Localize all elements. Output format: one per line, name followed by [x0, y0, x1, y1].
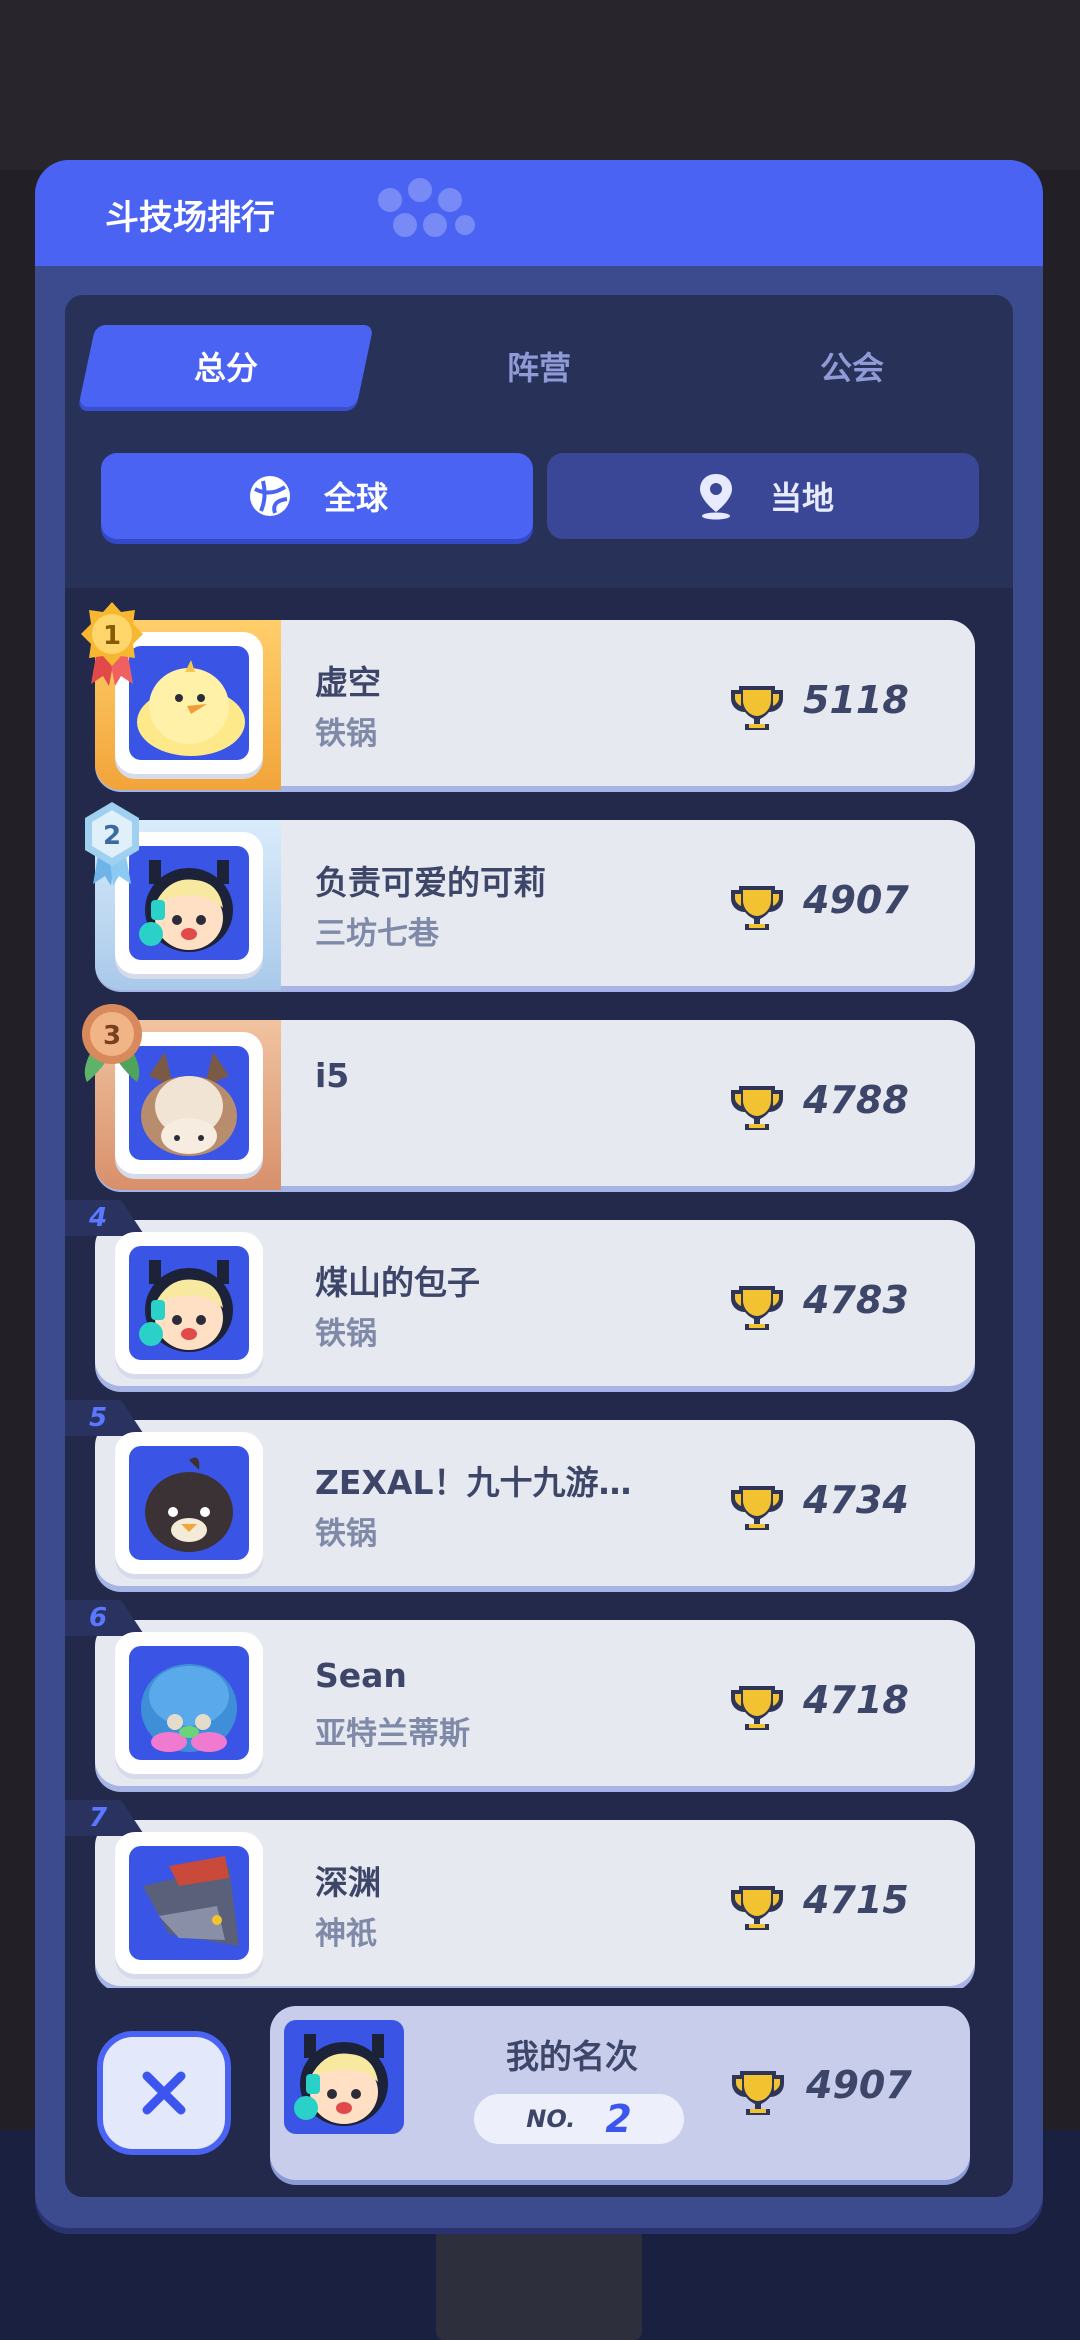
rank-no-label: NO. — [526, 2105, 576, 2133]
player-score: 4734 — [803, 1478, 909, 1522]
trophy-icon — [731, 1286, 783, 1330]
filter-label: 当地 — [769, 479, 834, 517]
filter-global-button[interactable]: 全球 — [101, 453, 533, 539]
header-decoration — [378, 178, 475, 237]
trophy-icon — [731, 886, 783, 930]
ranking-list[interactable]: 1 虚空 铁锅 5118 2 负责可爱的可莉 三坊七巷 4907 3 i5 47… — [65, 588, 1013, 1988]
tab-label: 阵营 — [506, 349, 571, 387]
filter-label: 全球 — [323, 479, 388, 517]
arena-ranking-panel: 斗技场排行 总分 阵营 公会 全球 当地 1 虚空 铁锅 5118 2 负责可爱… — [35, 160, 1043, 2228]
blonde-girl-icon — [139, 860, 233, 952]
svg-text:2: 2 — [103, 821, 121, 851]
player-guild: 铁锅 — [315, 716, 377, 752]
blonde-girl-icon — [139, 1260, 233, 1352]
trophy-icon — [731, 1086, 783, 1130]
avatar — [115, 1232, 263, 1374]
player-name: 深渊 — [315, 1863, 381, 1902]
rank-number: 5 — [65, 1400, 145, 1436]
background-top — [0, 0, 1080, 170]
rank-number: 6 — [65, 1600, 145, 1636]
tab-label: 公会 — [819, 349, 884, 387]
player-name: 虚空 — [315, 663, 381, 702]
silver-medal-icon: 2 — [85, 802, 139, 886]
tab-label: 总分 — [193, 349, 258, 387]
trophy-icon — [731, 1686, 783, 1730]
avatar — [115, 1632, 263, 1774]
ranking-row[interactable]: 7 深渊 神祇 4715 — [65, 1800, 975, 1988]
player-score: 4783 — [803, 1278, 909, 1322]
svg-text:1: 1 — [103, 621, 121, 651]
rank-number: 4 — [65, 1200, 145, 1236]
ranking-row[interactable]: 2 负责可爱的可莉 三坊七巷 4907 — [85, 802, 975, 990]
player-guild: 铁锅 — [315, 1316, 377, 1352]
rank-number: 7 — [65, 1800, 145, 1836]
my-rank-card: 我的名次 NO. 2 4907 — [270, 2006, 970, 2180]
player-name: ZEXAL！九十九游… — [315, 1463, 632, 1502]
my-score: 4907 — [806, 2063, 912, 2107]
dark-penguin-icon — [145, 1457, 233, 1552]
ranking-row[interactable]: 1 虚空 铁锅 5118 — [81, 602, 975, 790]
tabs-area: 总分 阵营 公会 全球 当地 — [65, 295, 1013, 588]
ranking-row[interactable]: 4 煤山的包子 铁锅 4783 — [65, 1200, 975, 1390]
trophy-icon — [732, 2071, 784, 2115]
player-score: 5118 — [803, 678, 909, 722]
ranking-row[interactable]: 5 ZEXAL！九十九游… 铁锅 4734 — [65, 1400, 975, 1590]
close-button[interactable] — [97, 2031, 231, 2155]
player-guild: 三坊七巷 — [315, 916, 439, 952]
svg-text:3: 3 — [103, 1021, 121, 1051]
ranking-row[interactable]: 3 i5 4788 — [82, 1004, 975, 1190]
avatar — [115, 1432, 263, 1574]
panel-title: 斗技场排行 — [105, 198, 275, 238]
panel-header: 斗技场排行 — [35, 160, 1043, 266]
my-rank-footer: 我的名次 NO. 2 4907 — [65, 1988, 1013, 2197]
player-name: Sean — [315, 1656, 407, 1695]
gold-medal-icon: 1 — [81, 602, 143, 686]
player-guild: 铁锅 — [315, 1516, 377, 1552]
player-name: 煤山的包子 — [315, 1263, 480, 1302]
trophy-icon — [731, 686, 783, 730]
ranking-row[interactable]: 6 Sean 亚特兰蒂斯 4718 — [65, 1600, 975, 1790]
bronze-medal-icon: 3 — [82, 1004, 142, 1082]
player-name: i5 — [315, 1056, 350, 1095]
location-pin-icon — [692, 472, 740, 520]
filter-local-button[interactable]: 当地 — [547, 453, 979, 539]
yellow-chick-icon — [137, 660, 245, 756]
globe-icon — [246, 472, 294, 520]
close-icon — [142, 2071, 186, 2115]
blonde-girl-icon — [294, 2034, 388, 2126]
my-rank-badge: NO. 2 — [474, 2094, 684, 2144]
my-rank-label: 我的名次 — [506, 2037, 638, 2076]
shark-knight-icon — [143, 1856, 239, 1946]
my-rank-number: 2 — [605, 2097, 632, 2141]
player-score: 4907 — [803, 878, 909, 922]
player-score: 4715 — [803, 1878, 909, 1922]
avatar — [115, 1832, 263, 1974]
brown-dog-icon — [141, 1052, 237, 1156]
tab-faction[interactable]: 阵营 — [400, 325, 678, 407]
tab-total-score[interactable]: 总分 — [87, 325, 365, 407]
player-score: 4788 — [803, 1078, 909, 1122]
panel-body: 总分 阵营 公会 全球 当地 1 虚空 铁锅 5118 2 负责可爱的可莉 三坊… — [65, 295, 1013, 2197]
tab-guild[interactable]: 公会 — [713, 325, 991, 407]
player-guild: 亚特兰蒂斯 — [315, 1716, 470, 1752]
trophy-icon — [731, 1486, 783, 1530]
blue-blob-icon — [141, 1664, 237, 1752]
trophy-icon — [731, 1886, 783, 1930]
player-score: 4718 — [803, 1678, 909, 1722]
player-name: 负责可爱的可莉 — [315, 863, 546, 902]
player-guild: 神祇 — [315, 1916, 377, 1952]
